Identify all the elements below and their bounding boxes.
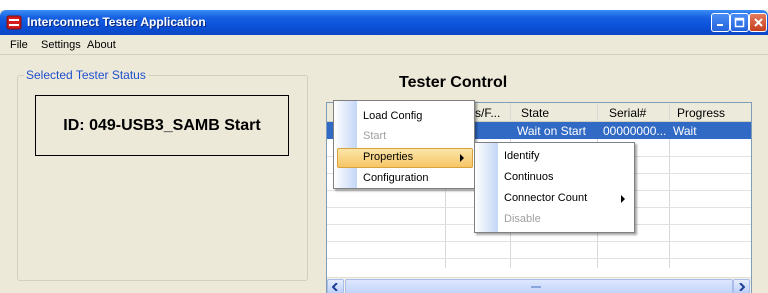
scroll-left-button[interactable] — [327, 279, 344, 293]
window-title: Interconnect Tester Application — [27, 15, 206, 29]
menu-item-label: Properties — [363, 151, 414, 163]
menu-item-configuration[interactable]: Configuration — [337, 169, 471, 189]
menu-item-label: Start — [363, 130, 387, 142]
app-window: Interconnect Tester Application File Set… — [0, 10, 768, 293]
status-display: ID: 049-USB3_SAMB Start — [35, 95, 289, 156]
menu-item-label: Disable — [504, 213, 541, 225]
app-icon — [6, 15, 22, 30]
menu-settings[interactable]: Settings — [41, 39, 81, 51]
chevron-right-icon — [460, 154, 464, 162]
status-text: ID: 049-USB3_SAMB Start — [63, 116, 261, 134]
menu-item-label: Connector Count — [504, 192, 588, 204]
close-button[interactable] — [749, 13, 767, 32]
title-bar[interactable]: Interconnect Tester Application — [0, 10, 768, 35]
menu-item-disable: Disable — [478, 210, 633, 230]
menu-item-start: Start — [337, 127, 471, 147]
tester-status-group-label: Selected Tester Status — [24, 68, 148, 82]
menu-item-label: Load Config — [363, 110, 423, 122]
maximize-button[interactable] — [730, 13, 749, 32]
column-header-progress[interactable]: Progress — [677, 106, 725, 120]
chevron-right-icon — [621, 195, 625, 203]
context-menu: Load Config Start Properties Configurati… — [333, 100, 475, 189]
menu-item-properties[interactable]: Properties — [337, 148, 473, 168]
horizontal-scrollbar[interactable] — [327, 277, 751, 293]
menu-item-label: Configuration — [363, 172, 429, 184]
properties-submenu: Identify Continuos Connector Count Disab… — [474, 142, 635, 233]
menu-item-label: Continuos — [504, 171, 554, 183]
cell-progress: Wait — [673, 124, 697, 138]
row-divider — [327, 241, 751, 242]
cell-serial: 00000000... — [603, 124, 667, 138]
column-header-status[interactable]: s/F... — [475, 106, 500, 120]
menu-item-connector-count[interactable]: Connector Count — [478, 189, 633, 209]
column-header-serial[interactable]: Serial# — [609, 106, 646, 120]
column-header-state[interactable]: State — [521, 106, 549, 120]
scroll-right-button[interactable] — [733, 279, 750, 293]
scroll-thumb[interactable] — [345, 279, 733, 293]
menu-bar: File Settings About — [0, 35, 768, 55]
scroll-left-icon — [332, 282, 338, 291]
minimize-button[interactable] — [711, 13, 730, 32]
menu-item-label: Identify — [504, 150, 540, 162]
menu-file[interactable]: File — [10, 39, 28, 51]
menu-item-continuos[interactable]: Continuos — [478, 168, 633, 188]
minimize-icon — [717, 24, 723, 26]
maximize-icon — [734, 17, 745, 28]
menu-item-identify[interactable]: Identify — [478, 147, 633, 167]
close-icon — [753, 18, 763, 27]
tester-control-title: Tester Control — [399, 74, 508, 91]
menu-item-load-config[interactable]: Load Config — [337, 107, 471, 127]
row-divider — [327, 258, 751, 259]
scroll-thumb-grip — [531, 286, 541, 288]
scroll-right-icon — [739, 282, 745, 291]
cell-state: Wait on Start — [517, 124, 586, 138]
menu-about[interactable]: About — [87, 39, 116, 51]
